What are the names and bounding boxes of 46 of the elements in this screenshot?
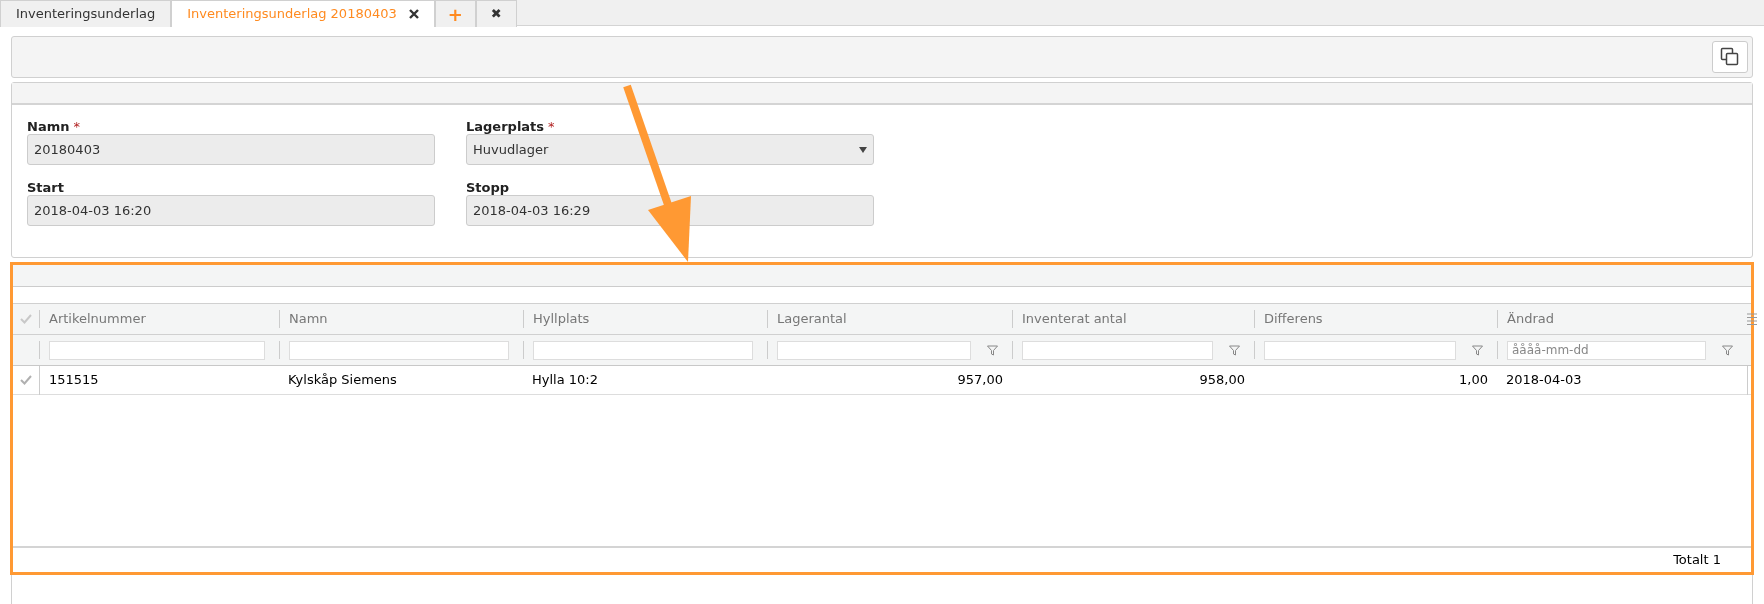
column-header[interactable]: Artikelnummer [49,309,146,329]
dropdown-field[interactable]: Huvudlager [466,134,874,165]
filter-field[interactable] [1022,340,1213,360]
check-icon[interactable] [20,375,32,385]
column-header[interactable]: Ändrad [1507,309,1554,329]
close-icon[interactable] [408,9,419,19]
check-icon[interactable] [20,314,32,324]
column-menu-icon[interactable] [1747,313,1757,325]
field-label: Start [27,179,64,195]
field-label: Namn [27,118,70,134]
filter-field[interactable] [1264,340,1456,360]
caret-icon [859,146,867,153]
input-field[interactable]: 20180403 [27,134,435,165]
field-label: Lagerplats [466,118,545,134]
filter-icon[interactable] [987,344,998,356]
table-cell-text: Hylla 10:2 [532,371,599,390]
column-header[interactable]: Namn [289,309,328,329]
filter-icon[interactable] [1722,344,1733,356]
input-field[interactable]: 2018-04-03 16:29 [466,195,874,226]
tab[interactable]: Inventeringsunderlag 20180403 [171,0,435,27]
filter-field[interactable] [49,340,265,360]
required-mark: * [73,118,80,134]
tab[interactable]: Inventeringsunderlag [0,0,172,27]
total-count: Totalt 1 [1673,551,1721,570]
copy-button[interactable] [1712,41,1748,73]
close-all-button[interactable]: ✖ [475,0,517,27]
filter-field[interactable] [289,340,509,360]
filter-icon[interactable] [1229,344,1240,356]
filter-field[interactable] [777,340,971,360]
copy-icon [1720,47,1740,67]
column-header[interactable]: Inventerat antal [1022,309,1127,329]
filter-field[interactable]: åååå-mm-dd [1507,340,1706,360]
filter-field[interactable] [533,340,753,360]
table-cell-text: 151515 [49,371,100,390]
input-field[interactable]: 2018-04-03 16:20 [27,195,435,226]
field-label: Stopp [466,179,510,195]
table-cell-text: 2018-04-03 [1506,371,1583,390]
table-cell-text: 1,00 [1458,371,1488,390]
filter-icon[interactable] [1472,344,1483,356]
column-header[interactable]: Differens [1264,309,1323,329]
table-cell-text: 958,00 [1198,371,1245,390]
table-cell-text: 957,00 [956,371,1003,390]
required-mark: * [548,118,555,134]
table-cell-text: Kylskåp Siemens [288,371,398,390]
column-header[interactable]: Hyllplats [533,309,590,329]
column-header[interactable]: Lagerantal [777,309,847,329]
